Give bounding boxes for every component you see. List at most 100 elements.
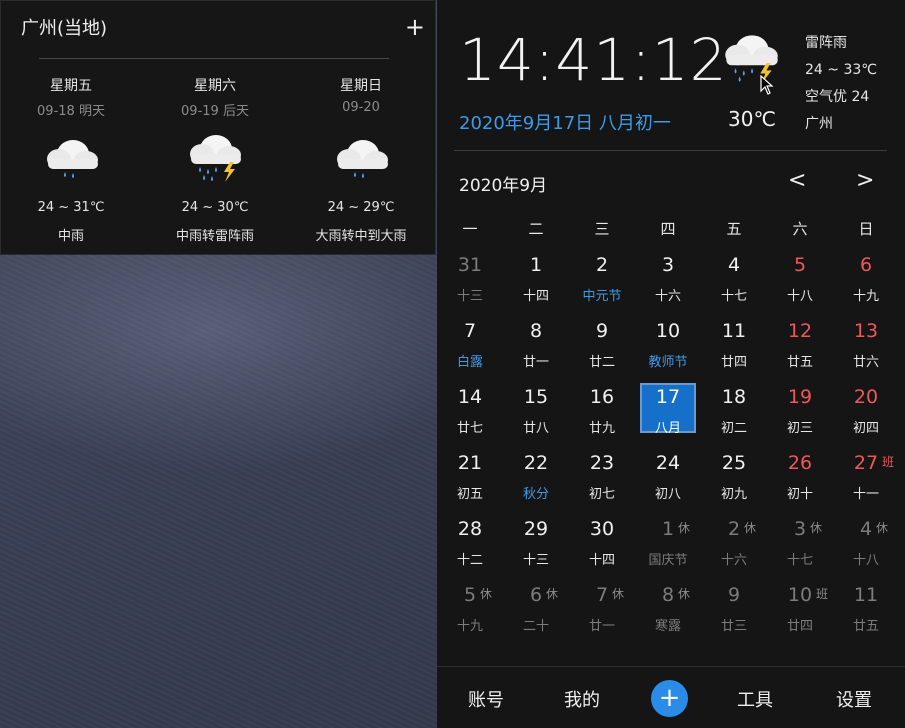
- calendar-day[interactable]: 4 十八 休: [833, 518, 899, 584]
- calendar-day[interactable]: 29 十三: [503, 518, 569, 584]
- lunar-date: 十九: [456, 619, 483, 634]
- day-number: 21: [457, 452, 483, 474]
- account-button[interactable]: 账号: [468, 686, 504, 712]
- day-number: 7: [595, 584, 609, 606]
- day-number: 3: [661, 254, 675, 276]
- calendar-day[interactable]: 24 初八: [635, 452, 701, 518]
- calendar-day[interactable]: 16 廿九: [569, 386, 635, 452]
- calendar-day[interactable]: 13 廿六: [833, 320, 899, 386]
- tools-button[interactable]: 工具: [737, 686, 773, 712]
- holiday-badge: 休: [612, 587, 625, 601]
- lunar-date: 初二: [720, 421, 747, 436]
- lunar-date: 廿五: [852, 619, 879, 634]
- calendar-day[interactable]: 12 廿五: [767, 320, 833, 386]
- calendar-day[interactable]: 1 十四: [503, 254, 569, 320]
- calendar-day[interactable]: 30 十四: [569, 518, 635, 584]
- lunar-date: 十四: [522, 289, 549, 304]
- thunder-rain-cloud-icon: [145, 122, 285, 192]
- lunar-date: 初十: [786, 487, 813, 502]
- calendar-day[interactable]: 11 廿五: [833, 584, 899, 650]
- calendar-day-today[interactable]: 17 八月: [635, 386, 701, 452]
- forecast-day-2[interactable]: 星期六 09-19 后天 24 ~ 30℃ 中雨转雷阵雨: [145, 75, 285, 244]
- lunar-date: 十七: [720, 289, 747, 304]
- calendar-day[interactable]: 14 廿七: [437, 386, 503, 452]
- lunar-date: 廿一: [588, 619, 615, 634]
- rain-cloud-icon: [1, 122, 141, 192]
- workday-badge: 班: [882, 455, 895, 469]
- calendar-day[interactable]: 7 廿一 休: [569, 584, 635, 650]
- day-number: 24: [655, 452, 681, 474]
- lunar-date: 十三: [522, 553, 549, 568]
- forecast-desc: 中雨转雷阵雨: [175, 229, 254, 244]
- calendar-day[interactable]: 19 初三: [767, 386, 833, 452]
- calendar-day[interactable]: 27 十一班: [833, 452, 899, 518]
- calendar-day[interactable]: 25 初九: [701, 452, 767, 518]
- calendar-day[interactable]: 11 廿四: [701, 320, 767, 386]
- calendar-day[interactable]: 6 二十 休: [503, 584, 569, 650]
- forecast-date: 09-20: [342, 100, 380, 115]
- lunar-date: 初八: [654, 487, 681, 502]
- day-number: 4: [859, 518, 873, 540]
- festival-label: 白露: [456, 355, 483, 370]
- day-number: 9: [727, 584, 741, 606]
- forecast-day-3[interactable]: 星期日 09-20 24 ~ 29℃ 大雨转中到大雨: [291, 75, 431, 244]
- calendar-day[interactable]: 8 寒露 休: [635, 584, 701, 650]
- calendar-day[interactable]: 10 廿四班: [767, 584, 833, 650]
- forecast-desc: 中雨: [57, 229, 84, 244]
- forecast-weekday: 星期日: [340, 78, 382, 94]
- forecast-day-1[interactable]: 星期五 09-18 明天 24 ~ 31℃ 中雨: [1, 75, 141, 244]
- calendar-day[interactable]: 5 十九 休: [437, 584, 503, 650]
- lunar-date: 十八: [852, 553, 879, 568]
- calendar-day[interactable]: 28 十二: [437, 518, 503, 584]
- day-number: 22: [523, 452, 549, 474]
- calendar-day[interactable]: 2 十六 休: [701, 518, 767, 584]
- lunar-date: 初九: [720, 487, 747, 502]
- calendar-day[interactable]: 2 中元节: [569, 254, 635, 320]
- day-number: 23: [589, 452, 615, 474]
- calendar-day[interactable]: 22 秋分: [503, 452, 569, 518]
- lunar-date: 初四: [852, 421, 879, 436]
- day-number: 7: [463, 320, 477, 342]
- calendar-day[interactable]: 4 十七: [701, 254, 767, 320]
- calendar-day[interactable]: 3 十六: [635, 254, 701, 320]
- calendar-day[interactable]: 9 廿二: [569, 320, 635, 386]
- calendar-day[interactable]: 21 初五: [437, 452, 503, 518]
- lunar-date: 廿五: [786, 355, 813, 370]
- lunar-date: 廿九: [588, 421, 615, 436]
- holiday-badge: 休: [678, 587, 691, 601]
- calendar-grid: 31 十三 1 十四 2 中元节 3 十六 4 十七 5 十八 6 十九 7 白露 8 廿一 9 廿二 10 教师节 11 廿…: [437, 0, 905, 728]
- calendar-day[interactable]: 10 教师节: [635, 320, 701, 386]
- lunar-date: 十一: [852, 487, 879, 502]
- calendar-day[interactable]: 3 十七 休: [767, 518, 833, 584]
- festival-label: 秋分: [522, 487, 549, 502]
- day-number: 4: [727, 254, 741, 276]
- forecast-desc: 大雨转中到大雨: [315, 229, 407, 244]
- calendar-day[interactable]: 23 初七: [569, 452, 635, 518]
- day-number: 26: [787, 452, 813, 474]
- calendar-day[interactable]: 8 廿一: [503, 320, 569, 386]
- calendar-panel: 14:41:12 2020年9月17日 八月初一 30℃ 雷阵雨 24 ~ 33…: [437, 0, 905, 728]
- calendar-day[interactable]: 26 初十: [767, 452, 833, 518]
- calendar-day[interactable]: 7 白露: [437, 320, 503, 386]
- day-number: 18: [721, 386, 747, 408]
- calendar-day[interactable]: 1 国庆节 休: [635, 518, 701, 584]
- mine-button[interactable]: 我的: [564, 686, 600, 712]
- calendar-day[interactable]: 20 初四: [833, 386, 899, 452]
- day-number: 12: [787, 320, 813, 342]
- calendar-day[interactable]: 31 十三: [437, 254, 503, 320]
- calendar-day[interactable]: 18 初二: [701, 386, 767, 452]
- rain-cloud-icon: [291, 122, 431, 192]
- calendar-day[interactable]: 9 廿三: [701, 584, 767, 650]
- day-number: 19: [787, 386, 813, 408]
- day-number: 6: [859, 254, 873, 276]
- add-city-button[interactable]: +: [405, 15, 425, 39]
- forecast-city[interactable]: 广州(当地): [21, 14, 107, 40]
- day-number: 15: [523, 386, 549, 408]
- calendar-day[interactable]: 5 十八: [767, 254, 833, 320]
- lunar-date: 初五: [456, 487, 483, 502]
- settings-button[interactable]: 设置: [836, 686, 872, 712]
- calendar-day[interactable]: 6 十九: [833, 254, 899, 320]
- add-button[interactable]: +: [651, 680, 688, 717]
- lunar-date: 十三: [456, 289, 483, 304]
- calendar-day[interactable]: 15 廿八: [503, 386, 569, 452]
